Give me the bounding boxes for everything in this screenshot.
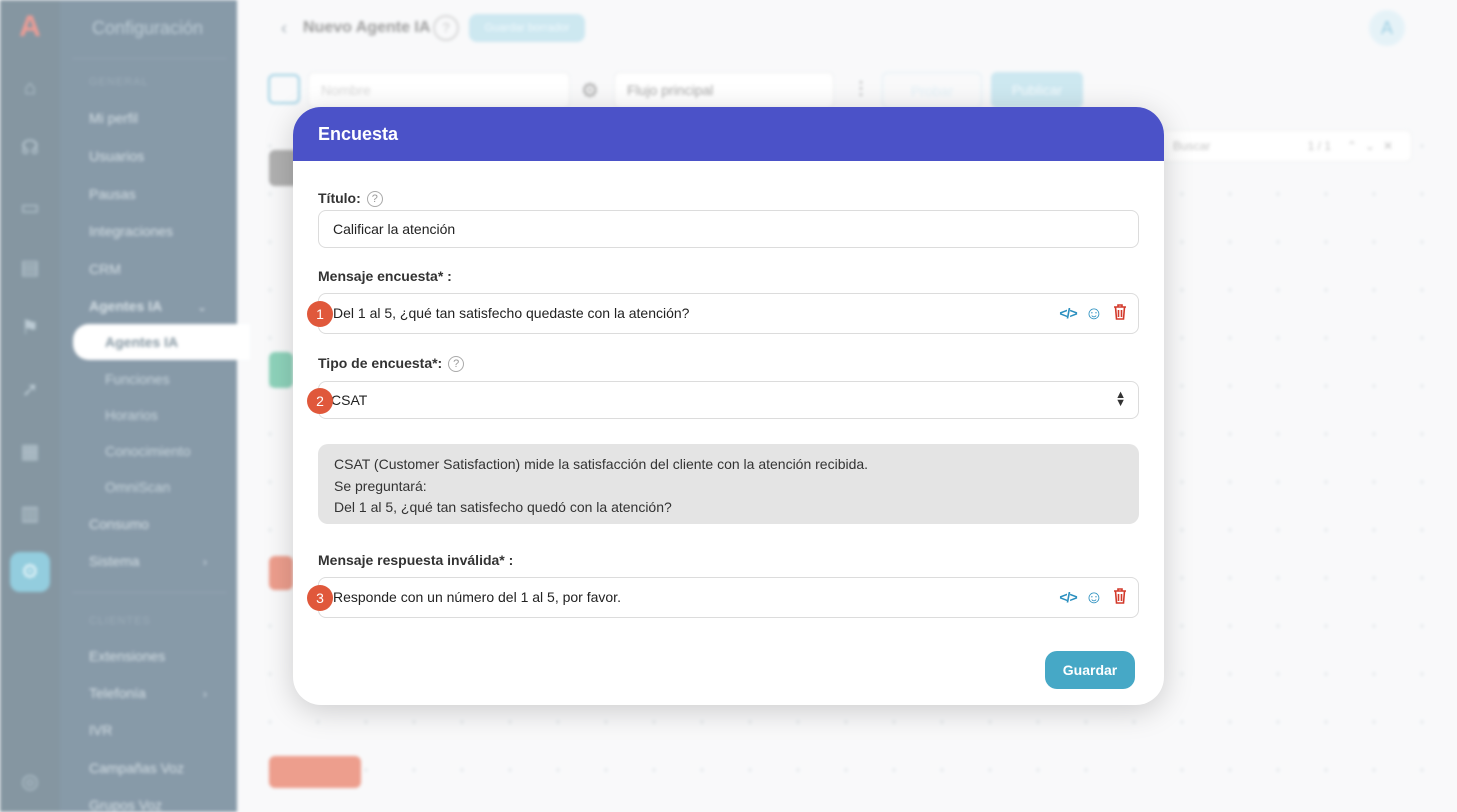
invalida-value: Responde con un número del 1 al 5, por f… bbox=[333, 589, 621, 605]
tipo-select[interactable]: 2 CSAT ▲ ▼ bbox=[307, 381, 1139, 419]
survey-modal: Encuesta Título:? Calificar la atención … bbox=[293, 107, 1164, 705]
titulo-label: Título:? bbox=[318, 190, 383, 208]
tipo-label-text: Tipo de encuesta*: bbox=[318, 355, 443, 371]
step-badge-1: 1 bbox=[307, 301, 333, 327]
code-icon[interactable]: </> bbox=[1058, 587, 1078, 607]
invalida-input[interactable]: 3 Responde con un número del 1 al 5, por… bbox=[307, 577, 1139, 618]
trash-icon[interactable] bbox=[1110, 587, 1130, 607]
info-line-2: Se preguntará: bbox=[334, 477, 427, 494]
help-icon[interactable]: ? bbox=[366, 191, 383, 208]
titulo-value: Calificar la atención bbox=[333, 221, 456, 237]
select-arrows-icon: ▲ ▼ bbox=[1115, 389, 1126, 409]
help-icon[interactable]: ? bbox=[448, 356, 465, 373]
modal-header: Encuesta bbox=[293, 107, 1164, 161]
info-line-3: Del 1 al 5, ¿qué tan satisfecho quedó co… bbox=[334, 499, 672, 515]
csat-info-box: CSAT (Customer Satisfaction) mide la sat… bbox=[318, 444, 1139, 524]
mensaje-value: Del 1 al 5, ¿qué tan satisfecho quedaste… bbox=[333, 305, 690, 321]
field-actions: </> ☺ bbox=[1058, 587, 1130, 607]
invalida-label: Mensaje respuesta inválida* : bbox=[318, 552, 514, 568]
trash-icon[interactable] bbox=[1110, 303, 1130, 323]
emoji-icon[interactable]: ☺ bbox=[1084, 587, 1104, 607]
mensaje-label: Mensaje encuesta* : bbox=[318, 268, 452, 284]
modal-title: Encuesta bbox=[318, 124, 399, 144]
step-badge-3: 3 bbox=[307, 585, 333, 611]
tipo-value: CSAT bbox=[331, 392, 368, 408]
titulo-input[interactable]: Calificar la atención bbox=[318, 210, 1139, 248]
code-icon[interactable]: </> bbox=[1058, 303, 1078, 323]
titulo-label-text: Título: bbox=[318, 190, 361, 206]
save-button[interactable]: Guardar bbox=[1045, 651, 1135, 689]
mensaje-input[interactable]: 1 Del 1 al 5, ¿qué tan satisfecho quedas… bbox=[307, 293, 1139, 334]
info-line-1: CSAT (Customer Satisfaction) mide la sat… bbox=[334, 456, 869, 472]
field-actions: </> ☺ bbox=[1058, 303, 1130, 323]
tipo-label: Tipo de encuesta*:? bbox=[318, 355, 465, 373]
emoji-icon[interactable]: ☺ bbox=[1084, 303, 1104, 323]
step-badge-2: 2 bbox=[307, 388, 333, 414]
